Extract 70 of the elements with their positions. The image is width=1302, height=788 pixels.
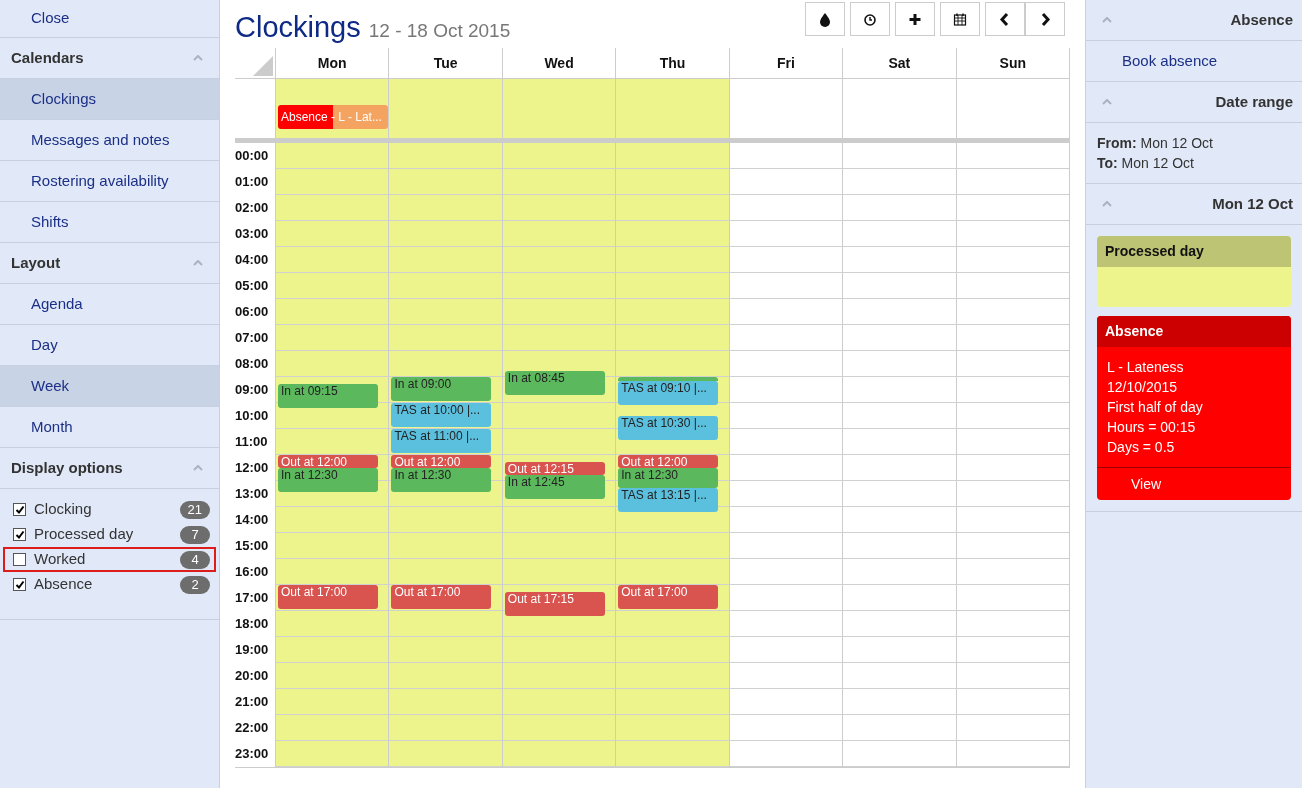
clock-in-event[interactable]: In at 09:00 — [391, 377, 492, 401]
section-title: Calendars — [11, 47, 84, 68]
option-label: Clocking — [34, 499, 93, 520]
checkbox[interactable] — [13, 578, 26, 591]
count-badge: 21 — [179, 500, 210, 519]
page-title: Clockings — [235, 10, 361, 45]
next-button[interactable] — [1025, 2, 1065, 36]
option-label: Worked — [34, 549, 87, 570]
corner-triangle-icon — [253, 56, 273, 76]
count-badge: 4 — [180, 550, 210, 569]
book-absence-link[interactable]: Book absence — [1086, 41, 1302, 82]
sidebar-item[interactable]: Rostering availability — [0, 161, 219, 202]
card-title: Processed day — [1097, 236, 1291, 267]
absence-detail: First half of day — [1107, 398, 1204, 417]
calendar-button[interactable] — [940, 2, 980, 36]
previous-button[interactable] — [985, 2, 1025, 36]
sidebar-item[interactable]: Shifts — [0, 202, 219, 243]
calendar-icon — [953, 11, 967, 27]
count-badge: 2 — [180, 575, 210, 594]
clock-out-event[interactable]: Out at 12:15 — [504, 462, 605, 475]
sidebar-item[interactable]: Messages and notes — [0, 120, 219, 161]
sidebar-item[interactable]: Week — [0, 366, 219, 407]
clock-button[interactable] — [850, 2, 890, 36]
clock-in-event[interactable]: In at 12:30 — [278, 468, 378, 492]
absence-detail: Hours = 00:15 — [1107, 418, 1197, 437]
checkbox[interactable] — [13, 553, 26, 566]
clock-out-event[interactable]: Out at 17:00 — [278, 585, 378, 609]
clock-in-event[interactable]: In at 09:15 — [278, 384, 378, 408]
clock-in-event[interactable]: In at 12:30 — [391, 468, 492, 492]
tas-event[interactable]: TAS at 10:30 |... — [618, 416, 719, 440]
absence-detail: Days = 0.5 — [1107, 438, 1176, 457]
clock-out-event[interactable]: Out at 17:00 — [618, 585, 719, 609]
tas-event[interactable]: TAS at 13:15 |... — [618, 488, 719, 512]
view-link[interactable]: View — [1131, 473, 1162, 495]
clock-in-event[interactable]: In at 08:45 — [504, 371, 605, 395]
tas-event[interactable]: TAS at 11:00 |... — [391, 429, 492, 453]
option-label: Processed day — [34, 524, 135, 545]
section-title: Absence — [1230, 9, 1293, 30]
close-link[interactable]: Close — [0, 0, 219, 38]
section-title: Display options — [11, 457, 123, 478]
plus-icon — [908, 11, 922, 27]
absence-detail: 12/10/2015 — [1107, 378, 1179, 397]
section-title: Date range — [1215, 91, 1293, 112]
drop-icon — [818, 11, 832, 27]
tas-event[interactable]: TAS at 10:00 |... — [391, 403, 492, 427]
clock-in-event[interactable]: In at 12:45 — [504, 475, 605, 499]
clock-out-event[interactable]: Out at 12:00 — [278, 455, 378, 468]
clock-icon — [863, 11, 877, 27]
sidebar-item[interactable]: Clockings — [0, 79, 219, 120]
clock-in-event[interactable]: In at 12:30 — [618, 468, 719, 488]
card-title: Absence — [1097, 316, 1291, 347]
clock-out-event[interactable]: Out at 17:15 — [504, 592, 605, 616]
sidebar-item[interactable]: Agenda — [0, 284, 219, 325]
sidebar-item[interactable]: Month — [0, 407, 219, 448]
clock-out-event[interactable]: Out at 12:00 — [618, 455, 719, 468]
absence-detail: L - Lateness — [1107, 358, 1185, 377]
count-badge: 7 — [180, 525, 210, 544]
add-button[interactable] — [895, 2, 935, 36]
from-date: From: Mon 12 Oct — [1097, 134, 1214, 153]
section-title: Layout — [11, 252, 61, 273]
clock-out-event[interactable]: Out at 12:00 — [391, 455, 492, 468]
to-date: To: Mon 12 Oct — [1097, 154, 1195, 173]
section-title: Mon 12 Oct — [1212, 193, 1293, 214]
option-label: Absence — [34, 574, 94, 595]
clock-out-event[interactable]: Out at 17:00 — [391, 585, 492, 609]
tas-event[interactable]: TAS at 09:10 |... — [618, 381, 719, 405]
color-button[interactable] — [805, 2, 845, 36]
checkbox[interactable] — [13, 503, 26, 516]
checkbox[interactable] — [13, 528, 26, 541]
date-range: 12 - 18 Oct 2015 — [368, 19, 511, 43]
